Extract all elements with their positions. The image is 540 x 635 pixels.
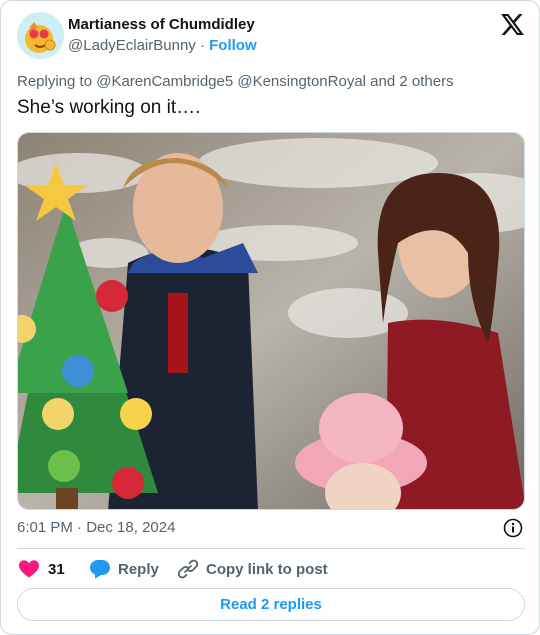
like-count: 31 <box>48 560 65 578</box>
reply-prefix: Replying to <box>17 73 93 90</box>
tweet-image[interactable] <box>17 132 525 510</box>
x-logo-icon[interactable] <box>501 14 524 35</box>
copy-link-label: Copy link to post <box>206 560 328 578</box>
timestamp-separator: · <box>77 519 83 536</box>
speech-bubble-icon <box>90 559 110 579</box>
like-button[interactable]: 31 <box>19 558 65 580</box>
author-display-name[interactable]: Martianess of Chumdidley <box>68 16 255 33</box>
reply-suffix[interactable]: and 2 others <box>370 73 453 90</box>
copy-link-button[interactable]: Copy link to post <box>178 558 328 580</box>
read-replies-button[interactable]: Read 2 replies <box>17 588 525 621</box>
emoji-face-icon <box>17 12 64 59</box>
author-handle[interactable]: @LadyEclairBunny <box>68 37 196 54</box>
handle-separator: · <box>199 37 205 54</box>
tweet-timestamp[interactable]: 6:01 PM · Dec 18, 2024 <box>17 519 175 536</box>
avatar[interactable] <box>17 12 64 59</box>
reply-mention[interactable]: @KarenCambridge5 <box>96 73 233 90</box>
tweet-image-graphic <box>18 133 524 509</box>
timestamp-time: 6:01 PM <box>17 519 73 536</box>
reply-context: Replying to @KarenCambridge5 @Kensington… <box>17 73 454 90</box>
heart-icon <box>19 560 39 578</box>
author-handle-row: @LadyEclairBunny · Follow <box>68 37 257 54</box>
tweet-text: She’s working on it…. <box>17 97 201 118</box>
reply-mention[interactable]: @KensingtonRoyal <box>237 73 366 90</box>
link-icon <box>178 559 198 579</box>
tweet-card: Martianess of Chumdidley @LadyEclairBunn… <box>0 0 540 635</box>
reply-button[interactable]: Reply <box>90 558 159 580</box>
timestamp-date: Dec 18, 2024 <box>86 519 176 536</box>
reply-label: Reply <box>118 560 159 578</box>
divider <box>17 548 525 549</box>
info-icon[interactable] <box>503 518 523 538</box>
follow-button[interactable]: Follow <box>209 37 257 54</box>
